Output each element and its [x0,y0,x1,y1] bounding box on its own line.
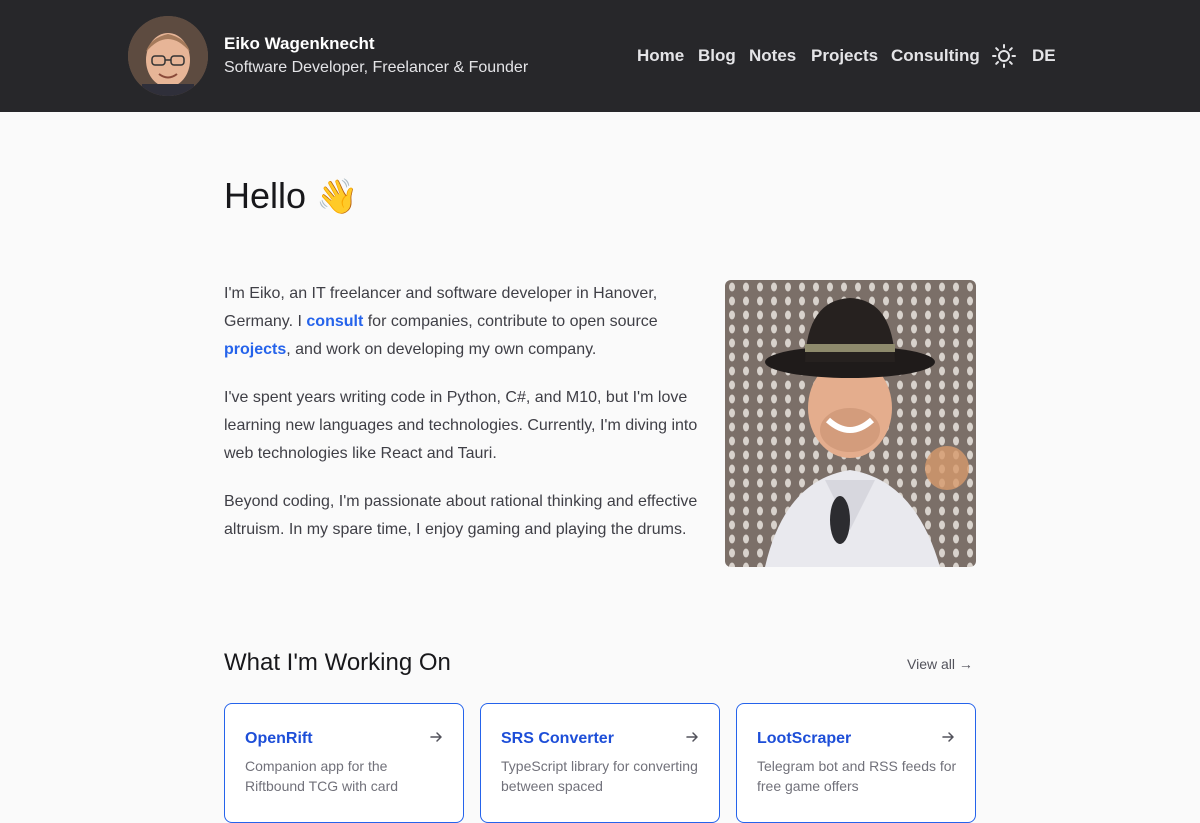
projects-link[interactable]: projects [224,341,286,358]
site-owner-name[interactable]: Eiko Wagenknecht [224,34,528,54]
sun-icon [992,44,1016,68]
project-card[interactable]: OpenRift Companion app for the Riftbound… [224,703,464,823]
bio-text: , and work on developing my own company. [286,341,597,358]
view-all-link[interactable]: View all → [907,656,973,672]
bio-paragraph-1: I'm Eiko, an IT freelancer and software … [224,280,704,364]
bio-paragraph-2: I've spent years writing code in Python,… [224,389,698,462]
bio: I'm Eiko, an IT freelancer and software … [224,280,704,564]
portrait-photo [725,280,976,567]
page-title: Hello 👋 [224,174,358,219]
language-switch[interactable]: DE [1032,45,1056,67]
nav-projects[interactable]: Projects [811,45,878,67]
bio-text: for companies, contribute to open source [363,313,658,330]
arrow-right-icon [430,732,442,742]
theme-toggle-button[interactable] [990,42,1018,70]
project-card-description: Telegram bot and RSS feeds for free game… [757,758,957,794]
project-card-title: LootScraper [757,730,852,747]
project-card[interactable]: LootScraper Telegram bot and RSS feeds f… [736,703,976,823]
brand[interactable]: Eiko Wagenknecht Software Developer, Fre… [224,34,528,78]
nav-consulting[interactable]: Consulting [891,45,980,67]
nav-home[interactable]: Home [637,45,684,67]
greeting-text: Hello [224,175,307,216]
avatar[interactable] [128,16,208,96]
consult-link[interactable]: consult [306,313,363,330]
bio-paragraph-3: Beyond coding, I'm passionate about rati… [224,493,698,538]
arrow-right-icon [942,732,954,742]
project-card-title: OpenRift [245,730,313,747]
project-card[interactable]: SRS Converter TypeScript library for con… [480,703,720,823]
nav-blog[interactable]: Blog [698,45,736,67]
site-tagline: Software Developer, Freelancer & Founder [224,59,529,76]
nav-notes[interactable]: Notes [749,45,796,67]
project-card-description: Companion app for the Riftbound TCG with… [245,758,399,794]
project-card-title: SRS Converter [501,730,614,747]
arrow-right-icon [686,732,698,742]
project-card-description: TypeScript library for converting betwee… [501,758,698,794]
waving-hand-icon: 👋 [316,178,359,216]
site-header: Eiko Wagenknecht Software Developer, Fre… [0,0,1200,112]
section-title: What I'm Working On [224,649,451,676]
